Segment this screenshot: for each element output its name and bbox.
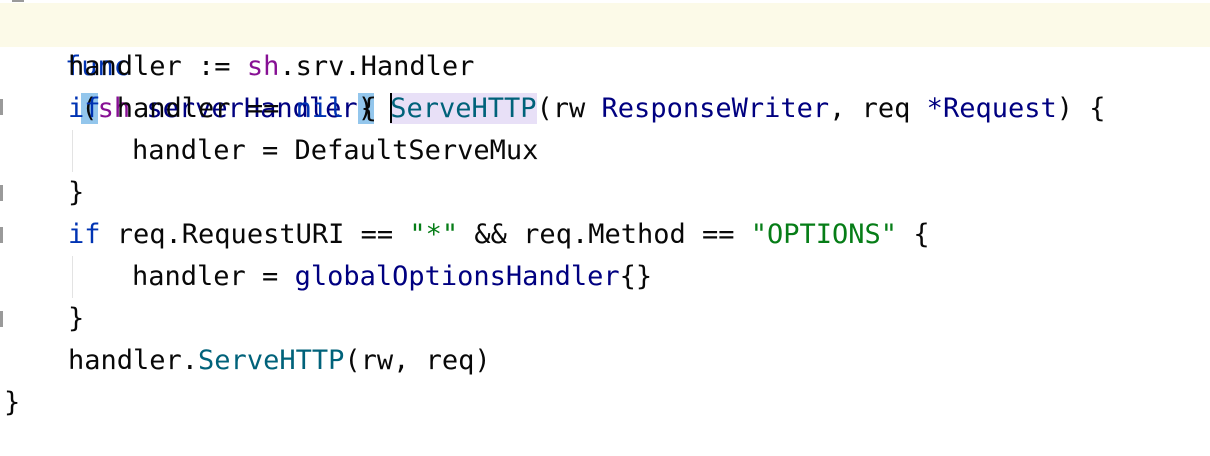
pointer-operator: * <box>926 93 943 124</box>
indent-guide <box>72 256 73 298</box>
assign-lhs: handler := <box>68 51 247 82</box>
assign-lhs: handler = <box>132 261 295 292</box>
code-editor[interactable]: func (sh serverHandler) ServeHTTP(rw Res… <box>0 0 1210 456</box>
code-line-3[interactable]: if handler == nil { <box>68 88 377 130</box>
code-line-6[interactable]: if req.RequestURI == "*" && req.Method =… <box>68 214 930 256</box>
code-line-4[interactable]: handler = DefaultServeMux <box>132 130 538 172</box>
condition-part: && req.Method == <box>458 219 751 250</box>
open-brace: { <box>897 219 930 250</box>
condition-part: req.RequestURI == <box>100 219 410 250</box>
receiver-ref: sh <box>246 51 280 82</box>
text-cursor <box>390 92 393 123</box>
code-line-5[interactable]: } <box>68 172 84 214</box>
condition: handler == <box>100 93 296 124</box>
type-name: globalOptionsHandler <box>294 261 620 292</box>
field-access: .srv.Handler <box>279 51 475 82</box>
code-line-7[interactable]: handler = globalOptionsHandler{} <box>132 256 652 298</box>
open-brace: { <box>344 93 377 124</box>
object-ref: handler. <box>68 345 199 376</box>
keyword-nil: nil <box>295 93 345 124</box>
indent-guide <box>72 130 73 172</box>
param-type-responsewriter: ResponseWriter <box>601 93 830 124</box>
gutter-fold-marker[interactable] <box>0 227 3 243</box>
params-mid: , req <box>829 93 927 124</box>
close-brace: } <box>68 177 85 208</box>
composite-literal: {} <box>619 261 653 292</box>
params-close: ) { <box>1056 93 1106 124</box>
gutter-fold-marker <box>12 0 24 2</box>
method-call: ServeHTTP <box>198 345 345 376</box>
params-open: (rw <box>536 93 602 124</box>
code-line-2[interactable]: handler := sh.srv.Handler <box>68 46 474 88</box>
code-line-10[interactable]: } <box>4 382 20 424</box>
param-type-request: Request <box>942 93 1057 124</box>
gutter-fold-marker[interactable] <box>0 311 3 327</box>
close-brace: } <box>4 387 21 418</box>
call-args: (rw, req) <box>344 345 491 376</box>
string-literal: "*" <box>409 219 459 250</box>
string-literal: "OPTIONS" <box>750 219 898 250</box>
keyword-if: if <box>68 93 101 124</box>
assignment: handler = DefaultServeMux <box>132 135 539 166</box>
code-line-1[interactable]: func (sh serverHandler) ServeHTTP(rw Res… <box>0 4 1106 124</box>
close-brace: } <box>68 303 85 334</box>
code-line-8[interactable]: } <box>68 298 84 340</box>
gutter-fold-marker[interactable] <box>0 185 3 201</box>
code-line-9[interactable]: handler.ServeHTTP(rw, req) <box>68 340 491 382</box>
method-name: ServeHTTP <box>390 93 537 124</box>
keyword-if: if <box>68 219 101 250</box>
